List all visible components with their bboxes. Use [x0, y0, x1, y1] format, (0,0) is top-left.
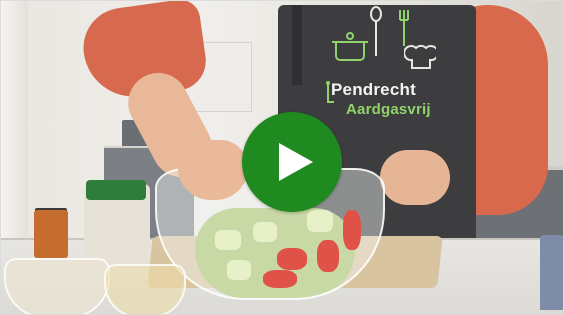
- tomato-piece: [343, 210, 361, 250]
- play-button[interactable]: [242, 112, 342, 212]
- cucumber-piece: [227, 260, 251, 280]
- hand-left: [178, 140, 248, 200]
- cooking-pot-icon: [332, 32, 368, 61]
- spoon-icon: [370, 6, 382, 56]
- apron-strap: [292, 5, 302, 85]
- play-icon: [279, 143, 313, 181]
- apron-brand-line2: Aardgasvrij: [346, 101, 431, 118]
- cucumber-piece: [307, 210, 333, 232]
- tomato-piece: [263, 270, 297, 288]
- jar-lid: [86, 180, 146, 200]
- bottle: [540, 235, 564, 310]
- chef-hat-icon: [404, 44, 436, 69]
- tomato-piece: [277, 248, 307, 270]
- apron-brand-line1: Pendrecht: [331, 80, 416, 99]
- cucumber-piece: [215, 230, 241, 250]
- cucumber-piece: [253, 222, 277, 242]
- glass-bowl-small: [104, 264, 186, 315]
- tomato-piece: [317, 240, 339, 272]
- spice-jar: [34, 210, 68, 258]
- arm-right: [380, 150, 450, 205]
- window-light: [0, 0, 28, 250]
- glass-bowl: [4, 258, 110, 315]
- video-player[interactable]: Pendrecht Aardgasvrij: [0, 0, 564, 315]
